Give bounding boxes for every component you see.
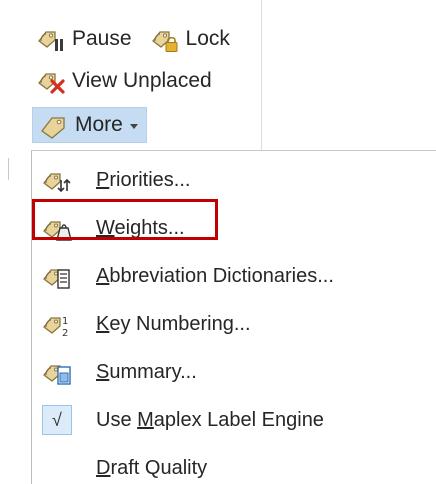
pause-icon bbox=[36, 25, 66, 53]
ribbon-group-labeling: Pause Lock View Unplaced More bbox=[0, 0, 436, 152]
pause-button[interactable]: Pause bbox=[32, 22, 136, 56]
key-numbering-icon: 1 2 bbox=[42, 310, 72, 338]
view-unplaced-button[interactable]: View Unplaced bbox=[32, 64, 216, 98]
lock-icon bbox=[150, 25, 180, 53]
menu-item-label: Abbreviation Dictionaries... bbox=[96, 264, 334, 287]
ribbon-separator-left bbox=[0, 158, 9, 180]
menu-item-label: Priorities... bbox=[96, 168, 191, 191]
ribbon-separator bbox=[261, 0, 262, 152]
svg-text:2: 2 bbox=[62, 328, 68, 338]
checkmark-icon: √ bbox=[42, 405, 72, 435]
weights-highlight-annotation bbox=[32, 199, 218, 240]
lock-label: Lock bbox=[185, 27, 230, 50]
abbreviation-dictionaries-icon bbox=[42, 262, 72, 290]
more-dropdown-menu: Priorities... Weights... Abbreviation Di… bbox=[31, 150, 436, 484]
pause-label: Pause bbox=[72, 27, 132, 50]
lock-button[interactable]: Lock bbox=[146, 22, 234, 56]
menu-item-label: Key Numbering... bbox=[96, 312, 251, 335]
menu-item-label: Draft Quality bbox=[96, 456, 208, 479]
more-button[interactable]: More bbox=[32, 107, 147, 143]
priorities-icon bbox=[42, 166, 72, 194]
menu-item-priorities[interactable]: Priorities... bbox=[32, 158, 432, 202]
menu-item-summary[interactable]: Summary... bbox=[32, 350, 432, 394]
menu-item-use-maplex-label-engine[interactable]: √ Use Maplex Label Engine bbox=[32, 398, 432, 442]
menu-item-label: Summary... bbox=[96, 360, 197, 383]
menu-item-label: Use Maplex Label Engine bbox=[96, 408, 324, 431]
view-unplaced-icon bbox=[36, 67, 66, 95]
view-unplaced-label: View Unplaced bbox=[72, 69, 212, 92]
menu-item-key-numbering[interactable]: 1 2 Key Numbering... bbox=[32, 302, 432, 346]
more-label: More bbox=[75, 113, 123, 136]
summary-icon bbox=[42, 358, 72, 386]
svg-text:1: 1 bbox=[62, 316, 68, 327]
menu-item-abbreviation-dictionaries[interactable]: Abbreviation Dictionaries... bbox=[32, 254, 432, 298]
window: Pause Lock View Unplaced More Priorities… bbox=[0, 0, 436, 484]
menu-item-draft-quality[interactable]: Draft Quality bbox=[32, 446, 432, 484]
tag-icon bbox=[39, 111, 69, 139]
chevron-down-icon bbox=[129, 123, 138, 129]
